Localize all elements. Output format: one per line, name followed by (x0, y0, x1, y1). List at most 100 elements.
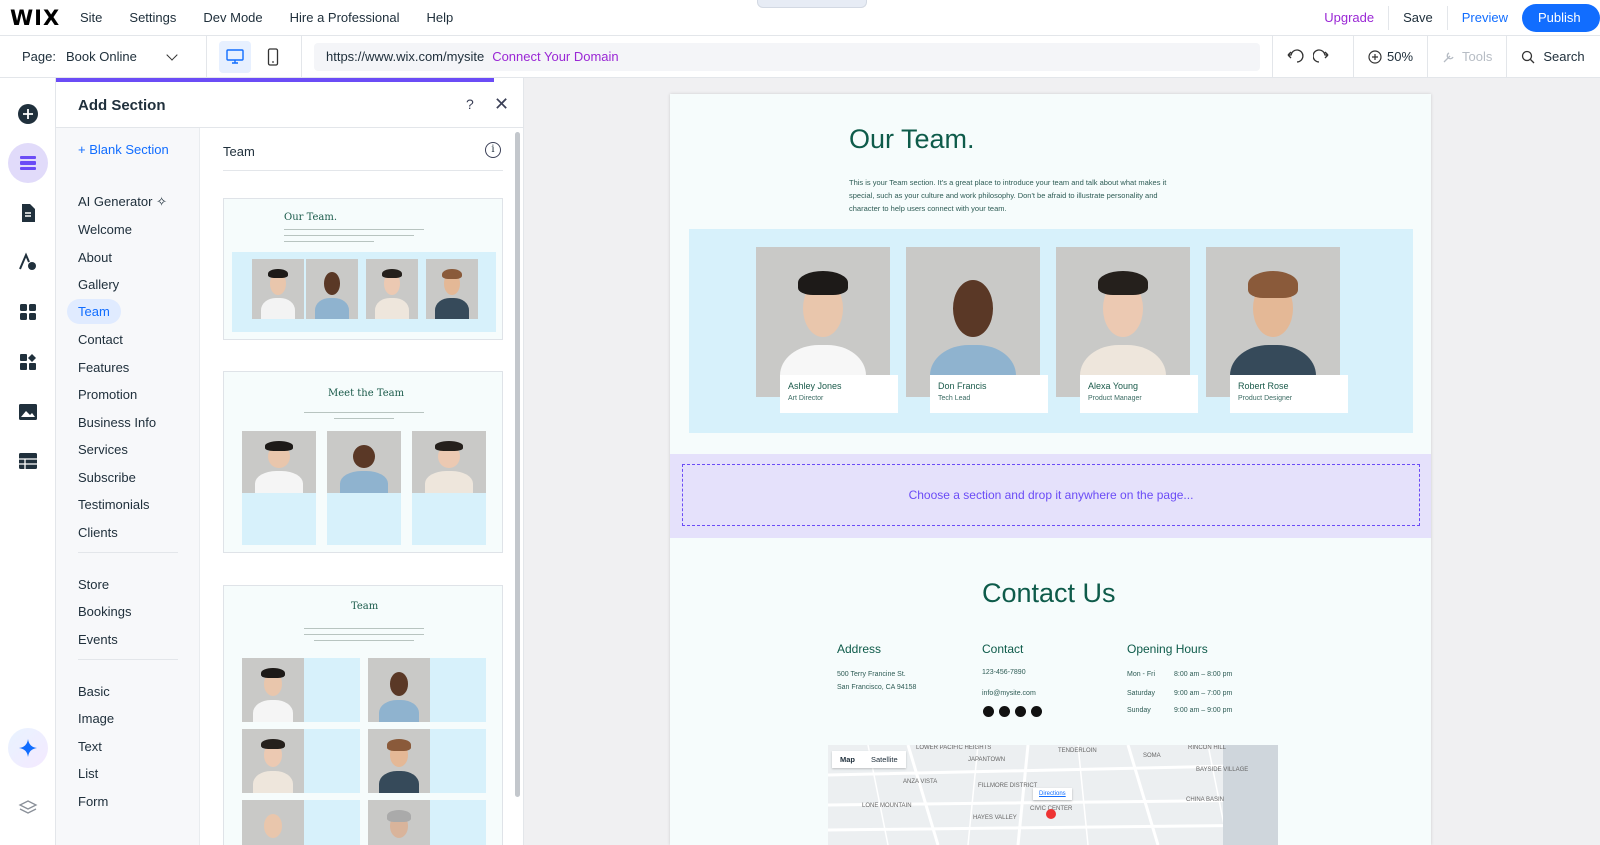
facebook-icon[interactable] (983, 706, 994, 717)
address-line-1[interactable]: 500 Terry Francine St. (837, 668, 906, 681)
member-photo (306, 259, 358, 319)
category-business-info[interactable]: Business Info (78, 415, 156, 430)
category-form[interactable]: Form (78, 794, 108, 809)
map-pin-icon[interactable] (1046, 809, 1056, 819)
member-name: Ashley Jones (788, 381, 842, 391)
pages-button[interactable] (8, 193, 48, 233)
site-url-bar[interactable]: https://www.wix.com/mysite Connect Your … (313, 42, 1260, 71)
team-title[interactable]: Our Team. (849, 124, 975, 155)
text-placeholder (334, 418, 394, 419)
category-services[interactable]: Services (78, 442, 128, 457)
business-tools-button[interactable] (8, 342, 48, 382)
connect-domain-link[interactable]: Connect Your Domain (492, 49, 618, 64)
blank-section-button[interactable]: + Blank Section (78, 142, 169, 157)
team-template-1[interactable]: Our Team. (223, 198, 503, 340)
media-button[interactable] (8, 392, 48, 432)
page-selector[interactable]: Book Online (66, 49, 166, 64)
category-image[interactable]: Image (78, 711, 114, 726)
contact-heading[interactable]: Contact (982, 642, 1023, 656)
category-events[interactable]: Events (78, 632, 118, 647)
category-store[interactable]: Store (78, 577, 109, 592)
category-text[interactable]: Text (78, 739, 102, 754)
preview-button[interactable]: Preview (1448, 6, 1522, 30)
category-gallery[interactable]: Gallery (78, 277, 119, 292)
nav-site[interactable]: Site (80, 10, 102, 25)
hours-heading[interactable]: Opening Hours (1127, 642, 1208, 656)
add-section-button[interactable] (8, 143, 48, 183)
nav-hire-professional[interactable]: Hire a Professional (290, 10, 400, 25)
site-page[interactable]: Our Team. This is your Team section. It'… (670, 94, 1431, 845)
phone-text[interactable]: 123-456-7890 (982, 666, 1026, 679)
upgrade-link[interactable]: Upgrade (1310, 6, 1390, 30)
team-description[interactable]: This is your Team section. It's a great … (849, 176, 1169, 215)
category-features[interactable]: Features (78, 360, 129, 375)
team-template-3[interactable]: Team (223, 585, 503, 845)
chevron-down-icon[interactable] (166, 48, 178, 61)
team-member-4[interactable]: Robert Rose Product Designer (1206, 247, 1348, 413)
wix-logo[interactable]: WIX (10, 6, 80, 30)
save-button[interactable]: Save (1389, 6, 1448, 30)
map-label: ANZA VISTA (903, 779, 938, 785)
team-strip[interactable]: Ashley Jones Art Director Don Francis Tech… (689, 229, 1413, 433)
map-tab[interactable]: Map (832, 751, 863, 768)
directions-popup[interactable]: Directions (1033, 788, 1072, 800)
google-map[interactable]: Map Satellite LOWER PACIFIC HEIGHTS JAPA… (828, 745, 1278, 845)
publish-button[interactable]: Publish (1522, 4, 1600, 32)
zoom-control[interactable]: 50% (1354, 49, 1427, 64)
category-about[interactable]: About (78, 250, 112, 265)
instagram-icon[interactable] (1031, 706, 1042, 717)
tools-button[interactable]: Tools (1428, 49, 1506, 64)
address-line-2[interactable]: San Francisco, CA 94158 (837, 681, 916, 694)
section-drop-zone[interactable]: Choose a section and drop it anywhere on… (670, 454, 1431, 538)
category-testimonials[interactable]: Testimonials (78, 497, 150, 512)
site-design-button[interactable] (8, 242, 48, 282)
editor-canvas[interactable]: Our Team. This is your Team section. It'… (524, 78, 1600, 845)
member-role: Tech Lead (938, 395, 971, 402)
category-ai-generator[interactable]: AI Generator ✧ (78, 194, 167, 210)
redo-icon[interactable] (1312, 47, 1341, 67)
category-team[interactable]: Team (67, 299, 121, 324)
category-promotion[interactable]: Promotion (78, 387, 137, 402)
map-label: LONE MOUNTAIN (862, 803, 912, 809)
mobile-view-button[interactable] (257, 41, 289, 73)
social-bar[interactable] (983, 706, 1042, 717)
category-welcome[interactable]: Welcome (78, 222, 132, 237)
team-template-2[interactable]: Meet the Team (223, 371, 503, 553)
category-list[interactable]: List (78, 766, 98, 781)
member-photo (242, 431, 316, 493)
linkedin-icon[interactable] (1015, 706, 1026, 717)
apps-button[interactable] (8, 292, 48, 332)
category-basic[interactable]: Basic (78, 684, 110, 699)
nav-help[interactable]: Help (426, 10, 453, 25)
map-type-tabs[interactable]: Map Satellite (832, 751, 906, 768)
help-icon[interactable]: ? (466, 96, 474, 112)
desktop-view-button[interactable] (218, 40, 251, 73)
email-text[interactable]: info@mysite.com (982, 687, 1036, 700)
team-member-3[interactable]: Alexa Young Product Manager (1056, 247, 1198, 413)
category-subscribe[interactable]: Subscribe (78, 470, 136, 485)
layers-button[interactable] (8, 788, 48, 828)
panel-scrollbar[interactable] (515, 132, 520, 797)
team-member-1[interactable]: Ashley Jones Art Director (756, 247, 898, 413)
undo-icon[interactable] (1273, 47, 1313, 67)
top-notch-handle[interactable] (757, 0, 867, 8)
nav-dev-mode[interactable]: Dev Mode (203, 10, 262, 25)
add-elements-button[interactable] (8, 94, 48, 134)
text-placeholder (284, 241, 374, 242)
map-label: LOWER PACIFIC HEIGHTS (916, 745, 992, 751)
nav-settings[interactable]: Settings (129, 10, 176, 25)
twitter-icon[interactable] (999, 706, 1010, 717)
member-photo (242, 800, 304, 845)
contact-title[interactable]: Contact Us (982, 578, 1116, 609)
satellite-tab[interactable]: Satellite (863, 751, 906, 768)
category-bookings[interactable]: Bookings (78, 604, 131, 619)
team-member-2[interactable]: Don Francis Tech Lead (906, 247, 1048, 413)
search-button[interactable]: Search (1507, 49, 1598, 64)
ai-assistant-button[interactable] (8, 728, 48, 768)
category-contact[interactable]: Contact (78, 332, 123, 347)
close-icon[interactable]: ✕ (494, 94, 509, 115)
info-icon[interactable]: i (485, 142, 501, 158)
category-clients[interactable]: Clients (78, 525, 118, 540)
cms-button[interactable] (8, 441, 48, 481)
address-heading[interactable]: Address (837, 642, 881, 656)
